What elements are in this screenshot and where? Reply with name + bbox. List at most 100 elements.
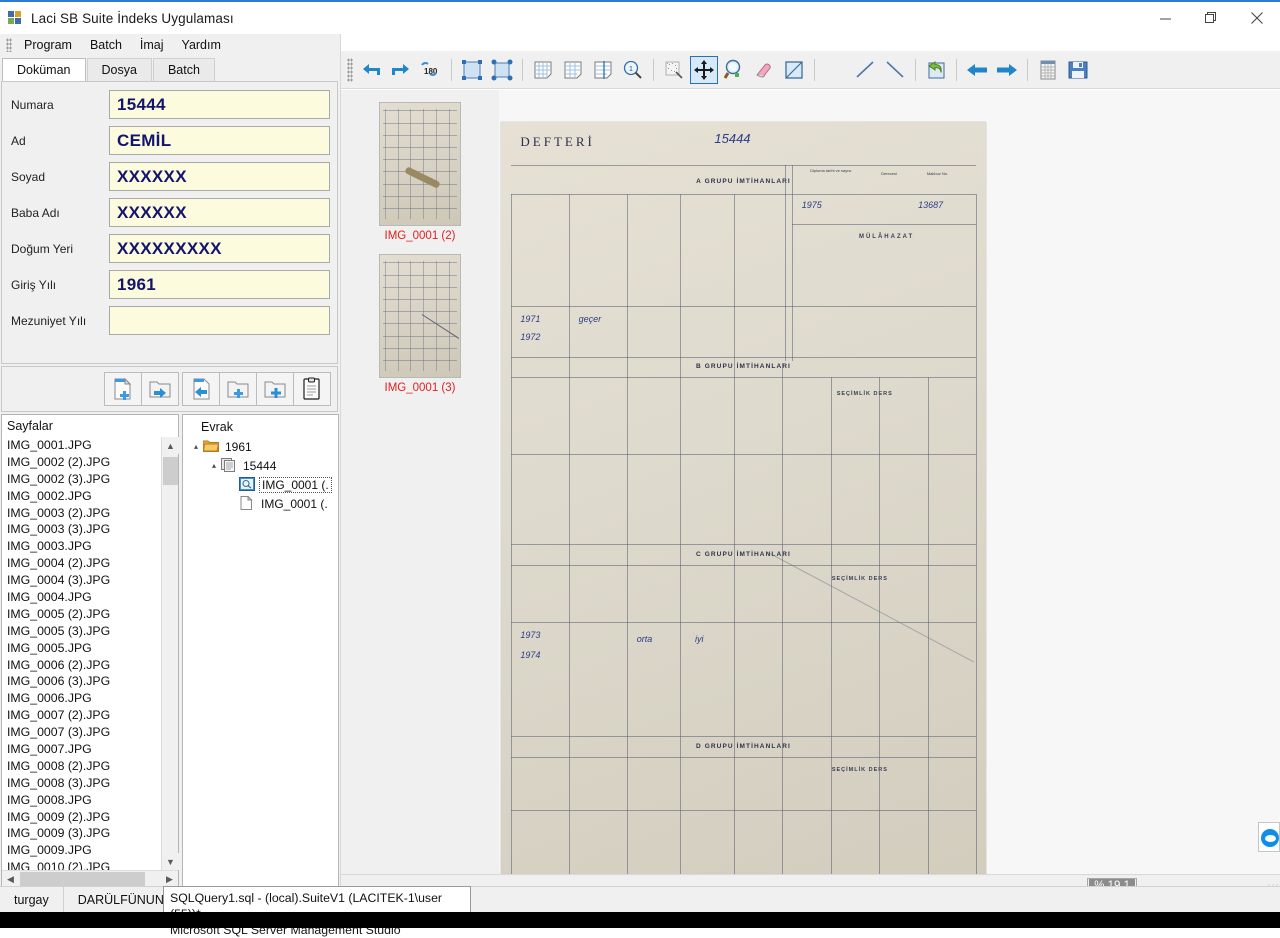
- list-item[interactable]: IMG_0007.JPG: [2, 741, 162, 758]
- teamviewer-icon[interactable]: [1258, 822, 1280, 852]
- pages-list[interactable]: IMG_0001.JPG IMG_0002 (2).JPG IMG_0002 (3)…: [2, 437, 162, 870]
- image-canvas[interactable]: DEFTERİ 15444 A GRUPU İMTİHANLARI Diplom…: [499, 90, 1280, 874]
- scroll-down-icon[interactable]: ▼: [162, 853, 179, 870]
- pages-horizontal-scrollbar[interactable]: ◀ ▶: [2, 870, 178, 888]
- scanned-document-image[interactable]: DEFTERİ 15444 A GRUPU İMTİHANLARI Diplom…: [501, 122, 986, 874]
- deskew-button[interactable]: [458, 56, 486, 84]
- close-button[interactable]: [1234, 2, 1280, 34]
- form-row-ad: Ad CEMİL: [2, 126, 339, 160]
- tree-node[interactable]: ▴ 1961: [183, 437, 338, 456]
- list-item[interactable]: IMG_0006 (3).JPG: [2, 673, 162, 690]
- image-document-icon: [239, 476, 256, 493]
- zoom-tool-button[interactable]: [720, 56, 748, 84]
- thumbnail-strip[interactable]: IMG_0001 (2) IMG_0001 (3): [341, 90, 499, 874]
- list-item[interactable]: IMG_0006 (2).JPG: [2, 657, 162, 674]
- list-item[interactable]: IMG_0005 (2).JPG: [2, 606, 162, 623]
- tree-node[interactable]: ▴ 15444: [183, 456, 338, 475]
- list-item[interactable]: IMG_0009 (2).JPG: [2, 809, 162, 826]
- rotate-right-button[interactable]: [387, 56, 415, 84]
- list-item[interactable]: IMG_0004 (2).JPG: [2, 555, 162, 572]
- list-item[interactable]: IMG_0005 (3).JPG: [2, 623, 162, 640]
- list-item[interactable]: IMG_0004.JPG: [2, 589, 162, 606]
- taskbar-item-turgay[interactable]: turgay: [0, 886, 64, 913]
- tab-dosya[interactable]: Dosya: [86, 58, 152, 81]
- tab-dokuman[interactable]: Doküman: [2, 58, 86, 81]
- tree-expander-icon[interactable]: ▴: [207, 461, 221, 470]
- crop-tool-button[interactable]: [780, 56, 808, 84]
- previous-page-button[interactable]: [963, 56, 991, 84]
- delete-folder-button[interactable]: [219, 372, 257, 406]
- pan-tool-button[interactable]: [690, 55, 718, 84]
- list-item[interactable]: IMG_0003.JPG: [2, 538, 162, 555]
- line-tool-alt-button[interactable]: [881, 56, 909, 84]
- input-numara[interactable]: 15444: [109, 90, 330, 119]
- previous-document-button[interactable]: [182, 372, 220, 406]
- restore-button[interactable]: [1188, 2, 1234, 34]
- scroll-thumb[interactable]: [163, 457, 178, 485]
- list-item[interactable]: IMG_0003 (2).JPG: [2, 505, 162, 522]
- minimize-button[interactable]: [1142, 2, 1188, 34]
- hscroll-thumb[interactable]: [20, 872, 145, 887]
- eraser-tool-button[interactable]: [750, 56, 778, 84]
- taskbar-item-darulfunun[interactable]: DARÜLFÜNUN: [64, 886, 179, 913]
- page-grid-1-button[interactable]: [529, 56, 557, 84]
- save-button[interactable]: [1064, 56, 1092, 84]
- delete-document-button[interactable]: [104, 372, 142, 406]
- auto-crop-button[interactable]: [488, 56, 516, 84]
- thumbnail-image[interactable]: [379, 102, 461, 226]
- tree-node[interactable]: IMG_0001 (.: [183, 494, 338, 513]
- measure-tool-button[interactable]: [821, 56, 849, 84]
- input-baba-adi[interactable]: XXXXXX: [109, 198, 330, 227]
- pages-vertical-scrollbar[interactable]: ▲ ▼: [161, 437, 179, 870]
- page-grid-2-button[interactable]: [559, 56, 587, 84]
- move-document-button[interactable]: [141, 372, 179, 406]
- list-item[interactable]: IMG_0002 (3).JPG: [2, 471, 162, 488]
- list-item[interactable]: IMG_0008 (2).JPG: [2, 758, 162, 775]
- toolbar-grip[interactable]: [347, 57, 353, 82]
- page-grid-3-button[interactable]: [589, 56, 617, 84]
- rotate-left-button[interactable]: [357, 56, 385, 84]
- thumbnail-view-button[interactable]: [1034, 56, 1062, 84]
- next-page-button[interactable]: [993, 56, 1021, 84]
- list-item[interactable]: IMG_0004 (3).JPG: [2, 572, 162, 589]
- thumbnail-image[interactable]: [379, 254, 461, 378]
- list-item[interactable]: IMG_0007 (2).JPG: [2, 707, 162, 724]
- scroll-up-icon[interactable]: ▲: [162, 437, 179, 454]
- tree-expander-icon[interactable]: ▴: [189, 442, 203, 451]
- list-item[interactable]: IMG_0009 (3).JPG: [2, 825, 162, 842]
- evrak-tree[interactable]: ▴ 1961 ▴ 15444 IMG_0001 (. IMG_0001 (.: [183, 437, 338, 513]
- clipboard-button[interactable]: [293, 372, 331, 406]
- list-item[interactable]: IMG_0008.JPG: [2, 792, 162, 809]
- folder-open-icon: [202, 439, 220, 455]
- list-item[interactable]: IMG_0002.JPG: [2, 488, 162, 505]
- list-item[interactable]: IMG_0007 (3).JPG: [2, 724, 162, 741]
- list-item[interactable]: IMG_0003 (3).JPG: [2, 521, 162, 538]
- menu-item-program[interactable]: Program: [15, 36, 81, 54]
- input-mezuniyet-yili[interactable]: [109, 306, 330, 335]
- restore-image-button[interactable]: [922, 56, 950, 84]
- tree-node[interactable]: IMG_0001 (.: [183, 475, 338, 494]
- list-item[interactable]: IMG_0001.JPG: [2, 437, 162, 454]
- window-controls: [1142, 2, 1280, 34]
- add-folder-button[interactable]: [256, 372, 294, 406]
- tab-batch[interactable]: Batch: [152, 58, 215, 81]
- input-dogum-yeri[interactable]: XXXXXXXXX: [109, 234, 330, 263]
- list-item[interactable]: IMG_0005.JPG: [2, 640, 162, 657]
- input-soyad[interactable]: XXXXXX: [109, 162, 330, 191]
- list-item[interactable]: IMG_0002 (2).JPG: [2, 454, 162, 471]
- menu-item-imaj[interactable]: İmaj: [131, 36, 173, 54]
- menu-item-yardim[interactable]: Yardım: [173, 36, 230, 54]
- list-item[interactable]: IMG_0010 (2).JPG: [2, 859, 162, 870]
- list-item[interactable]: IMG_0009.JPG: [2, 842, 162, 859]
- menu-item-batch[interactable]: Batch: [81, 36, 131, 54]
- input-giris-yili[interactable]: 1961: [109, 270, 330, 299]
- thumbnail-item[interactable]: IMG_0001 (3): [341, 242, 499, 394]
- line-tool-button[interactable]: [851, 56, 879, 84]
- list-item[interactable]: IMG_0008 (3).JPG: [2, 775, 162, 792]
- despeckle-button[interactable]: [660, 56, 688, 84]
- list-item[interactable]: IMG_0006.JPG: [2, 690, 162, 707]
- rotate-180-button[interactable]: 180: [417, 56, 445, 84]
- input-ad[interactable]: CEMİL: [109, 126, 330, 155]
- zoom-one-to-one-button[interactable]: 1: [619, 56, 647, 84]
- thumbnail-item[interactable]: IMG_0001 (2): [341, 90, 499, 242]
